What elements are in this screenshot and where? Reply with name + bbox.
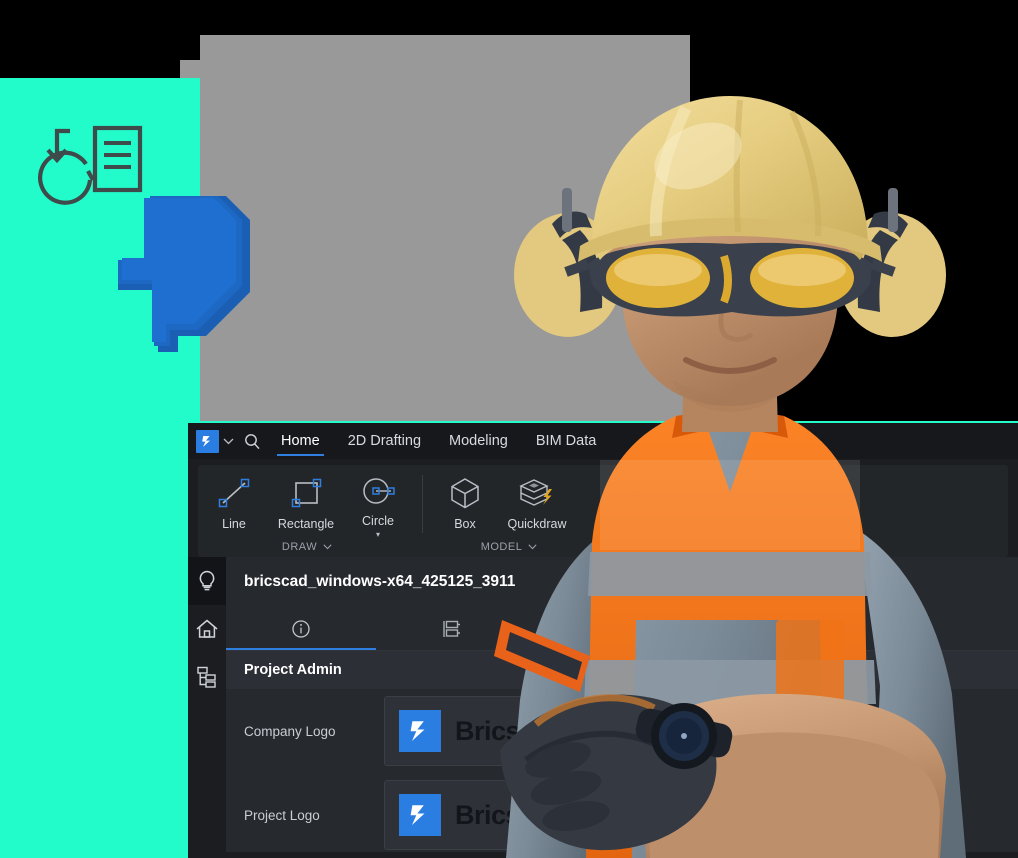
sidebar-item-home[interactable] — [188, 605, 226, 653]
ribbon-group-title-text: DRAW — [281, 541, 318, 553]
chevron-down-icon[interactable] — [219, 431, 237, 451]
bricscad-logo — [399, 794, 441, 836]
safety-glasses — [564, 242, 896, 317]
row-label: Company Logo — [244, 723, 336, 739]
structure-tree-icon — [197, 666, 216, 688]
home-icon — [196, 619, 218, 638]
circle-tool-icon — [360, 473, 396, 510]
tab-home[interactable]: Home — [267, 423, 334, 459]
tool-label: Rectangle — [277, 517, 335, 531]
line-tool-icon — [216, 473, 252, 513]
sidebar-item-lightbulb[interactable] — [188, 557, 226, 605]
decor-teal-panel-bottom — [0, 770, 200, 858]
left-icon-rail — [188, 557, 226, 852]
rectangle-tool-icon — [288, 473, 324, 513]
tool-rectangle[interactable]: Rectangle — [270, 465, 342, 539]
sidebar-item-structure[interactable] — [188, 653, 226, 701]
lightbulb-icon — [199, 570, 215, 591]
ribbon-group-draw: Line Rectangle Circle ▾ DRAW — [198, 465, 416, 557]
info-circle-icon — [292, 620, 310, 638]
tab-info[interactable] — [226, 607, 376, 651]
chevron-down-icon[interactable]: ▾ — [376, 531, 380, 539]
search-icon[interactable] — [237, 429, 267, 453]
bricscad-logo[interactable] — [196, 429, 219, 453]
construction-worker-photo — [494, 96, 966, 858]
tool-line[interactable]: Line — [198, 465, 270, 539]
chevron-down-icon — [323, 544, 332, 550]
tool-circle[interactable]: Circle ▾ — [342, 465, 414, 539]
tool-label: Circle — [362, 514, 394, 528]
tool-label: Line — [222, 517, 246, 531]
bricscad-logo — [399, 710, 441, 752]
tab-2d-drafting[interactable]: 2D Drafting — [334, 423, 435, 459]
down-arrow-3d-icon — [118, 196, 250, 352]
ribbon-group-title[interactable]: DRAW — [198, 541, 416, 553]
ribbon-divider — [422, 475, 423, 533]
row-label: Project Logo — [244, 807, 320, 823]
composition-canvas: Home 2D Drafting Modeling BIM Data Line — [0, 0, 1018, 858]
